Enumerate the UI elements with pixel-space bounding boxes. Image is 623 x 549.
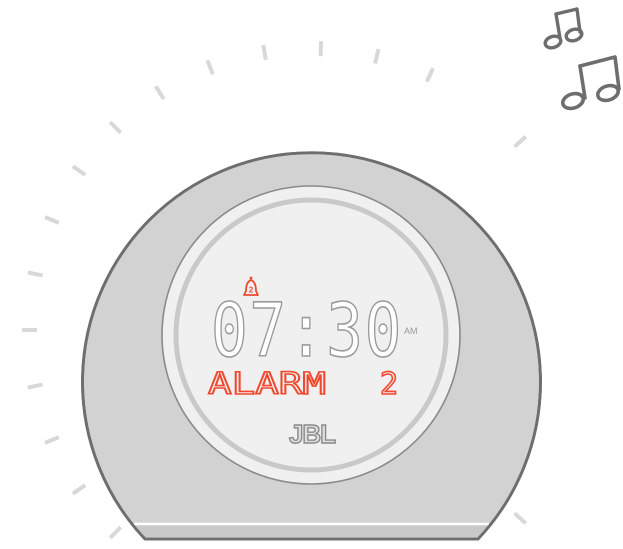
light-ray — [71, 164, 87, 177]
time-display: 07:30 — [211, 288, 403, 374]
alarm-number: 2 — [380, 367, 398, 402]
music-notes-icon — [543, 7, 621, 111]
light-ray — [513, 135, 528, 149]
light-ray — [44, 435, 60, 445]
light-ray — [261, 44, 268, 61]
light-ray — [108, 120, 123, 135]
light-ray — [424, 67, 435, 83]
light-ray — [71, 483, 87, 496]
double-eighth-note-icon — [560, 55, 621, 111]
meridiem-indicator: AM — [404, 326, 418, 336]
alarm-label: ALARM — [208, 367, 326, 402]
light-ray — [27, 270, 43, 278]
brand-logo: JBL — [288, 418, 338, 449]
light-ray — [108, 525, 123, 540]
jbl-horizon-illustration: 2 07:30 AM ALARM 2 JBL — [22, 7, 621, 541]
light-ray — [373, 48, 381, 65]
light-ray — [27, 382, 43, 390]
single-eighth-note-icon — [543, 7, 584, 50]
device-base — [132, 524, 490, 539]
light-ray — [513, 511, 528, 525]
light-ray — [44, 215, 60, 225]
light-ray — [205, 59, 215, 75]
brand-logo-text: JBL — [289, 419, 336, 449]
light-ray — [154, 85, 166, 100]
time-readout: 07:30 AM — [210, 287, 418, 375]
light-ray — [318, 41, 324, 57]
